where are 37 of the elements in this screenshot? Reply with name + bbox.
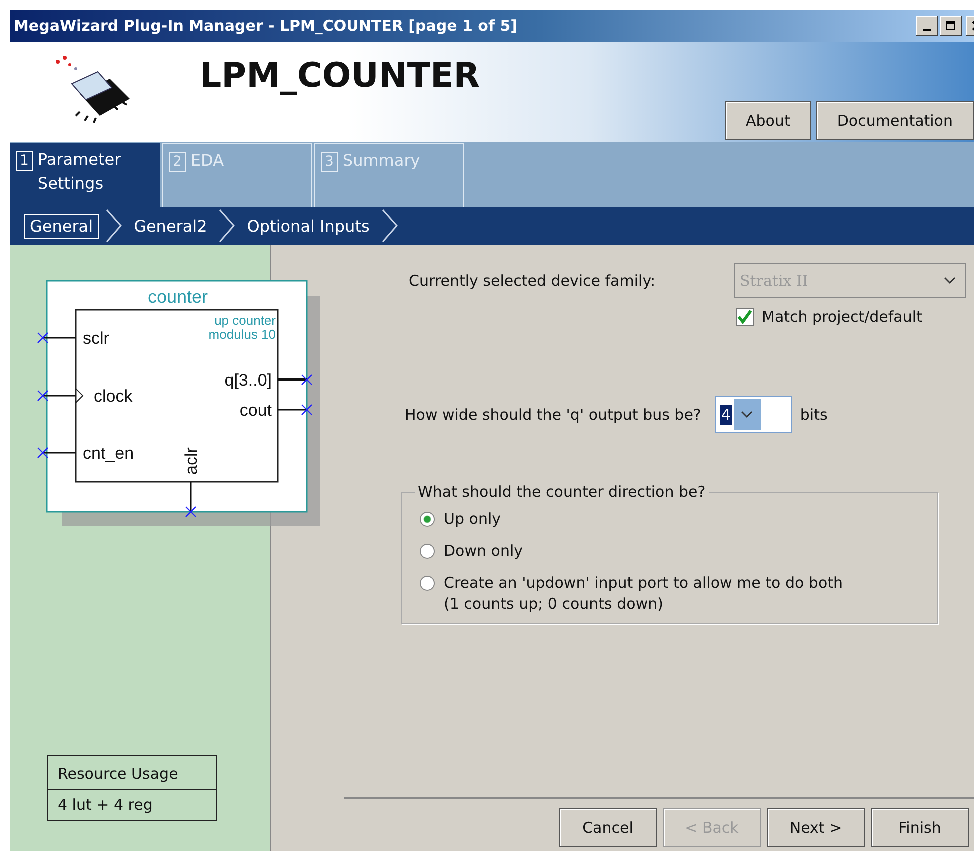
chevron-down-icon bbox=[943, 276, 957, 286]
wizard-button[interactable]: Cancel bbox=[559, 808, 657, 847]
wizard-tab[interactable]: 1 Parameter Settings bbox=[10, 143, 160, 207]
direction-option-label: Up only bbox=[444, 510, 501, 528]
step-link[interactable]: General2 bbox=[129, 214, 212, 238]
step-link[interactable]: Optional Inputs bbox=[242, 214, 375, 238]
resource-usage-value: 4 lut + 4 reg bbox=[48, 789, 216, 820]
resource-usage-heading: Resource Usage bbox=[57, 764, 180, 785]
maximize-button[interactable] bbox=[940, 16, 962, 36]
wizard-button[interactable]: Finish bbox=[871, 808, 969, 847]
radio-button[interactable] bbox=[420, 544, 435, 558]
direction-legend: What should the counter direction be? bbox=[415, 483, 709, 501]
direction-option-note: (1 counts up; 0 counts down) bbox=[443, 595, 664, 613]
chevron-down-icon bbox=[740, 410, 754, 420]
match-project-label: Match project/default bbox=[762, 308, 922, 326]
radio-button[interactable] bbox=[420, 512, 435, 526]
minimize-button[interactable] bbox=[916, 16, 938, 36]
step-link[interactable]: General bbox=[24, 214, 100, 238]
chevron-icon bbox=[218, 209, 236, 243]
window-title: MegaWizard Plug-In Manager - LPM_COUNTER [page 1 of 5] bbox=[14, 17, 518, 35]
direction-option-label: Create an 'updown' input port to allow me to do both bbox=[444, 574, 844, 592]
chevron-icon bbox=[105, 209, 124, 243]
component-title: LPM_COUNTER bbox=[200, 56, 480, 96]
bus-width-dropdown[interactable]: 4 bbox=[715, 396, 792, 433]
bus-width-label: How wide should the 'q' output bus be? bbox=[405, 406, 702, 424]
checkmark-icon bbox=[737, 309, 753, 325]
chevron-icon bbox=[380, 209, 399, 243]
bits-unit-label: bits bbox=[800, 406, 828, 424]
device-family-label: Currently selected device family: bbox=[409, 272, 657, 290]
direction-option-label: Down only bbox=[444, 542, 523, 560]
maximize-icon bbox=[946, 21, 956, 31]
match-project-checkbox[interactable] bbox=[736, 308, 754, 326]
minimize-icon bbox=[923, 29, 931, 31]
header-button[interactable]: Documentation bbox=[816, 101, 974, 140]
radio-button[interactable] bbox=[420, 576, 435, 590]
header-button[interactable]: About bbox=[725, 101, 812, 140]
wizard-button[interactable]: Next > bbox=[767, 808, 865, 847]
